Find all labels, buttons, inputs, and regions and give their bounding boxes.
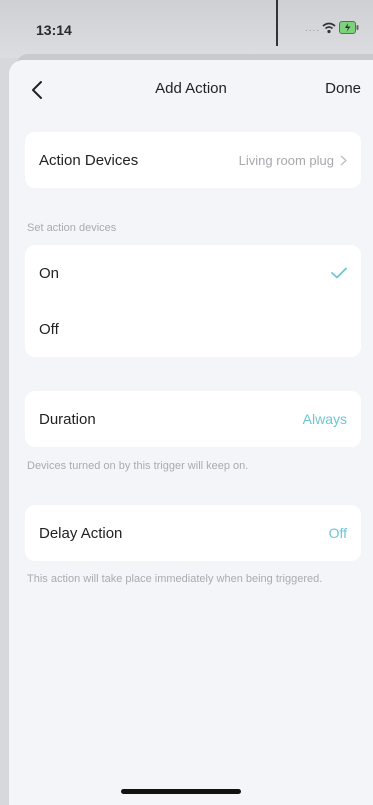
set-action-caption: Set action devices bbox=[27, 222, 117, 234]
duration-label: Duration bbox=[39, 410, 96, 428]
add-action-sheet: Add Action Done Action Devices Living ro… bbox=[9, 60, 373, 805]
wifi-icon bbox=[322, 22, 336, 34]
status-time: 13:14 bbox=[36, 22, 72, 38]
delay-action-value: Off bbox=[328, 525, 347, 541]
set-action-card: On Off bbox=[25, 245, 361, 357]
duration-card: Duration Always bbox=[25, 391, 361, 447]
done-button[interactable]: Done bbox=[325, 80, 361, 97]
chevron-right-icon bbox=[340, 155, 347, 165]
delay-card: Delay Action Off bbox=[25, 505, 361, 561]
option-off-label: Off bbox=[39, 320, 59, 338]
option-off-row[interactable]: Off bbox=[25, 301, 361, 357]
status-divider bbox=[276, 0, 278, 46]
delay-action-label: Delay Action bbox=[39, 524, 123, 542]
action-devices-card: Action Devices Living room plug bbox=[25, 132, 361, 188]
action-devices-label: Action Devices bbox=[39, 151, 139, 169]
status-bar: 13:14 .... bbox=[0, 0, 373, 58]
delay-action-row[interactable]: Delay Action Off bbox=[25, 505, 361, 561]
battery-charging-icon bbox=[339, 21, 359, 34]
action-devices-value: Living room plug bbox=[238, 152, 334, 168]
home-indicator bbox=[121, 789, 241, 794]
action-devices-row[interactable]: Action Devices Living room plug bbox=[25, 132, 361, 188]
duration-value: Always bbox=[302, 411, 347, 427]
option-on-row[interactable]: On bbox=[25, 245, 361, 301]
signal-dots: .... bbox=[305, 23, 321, 34]
nav-bar: Add Action Done bbox=[9, 60, 373, 120]
checkmark-icon bbox=[331, 267, 347, 279]
duration-row[interactable]: Duration Always bbox=[25, 391, 361, 447]
page-title: Add Action bbox=[155, 80, 227, 97]
action-devices-value-group: Living room plug bbox=[239, 153, 347, 168]
duration-note: Devices turned on by this trigger will k… bbox=[27, 460, 249, 472]
option-on-label: On bbox=[39, 264, 60, 282]
delay-note: This action will take place immediately … bbox=[27, 573, 323, 585]
